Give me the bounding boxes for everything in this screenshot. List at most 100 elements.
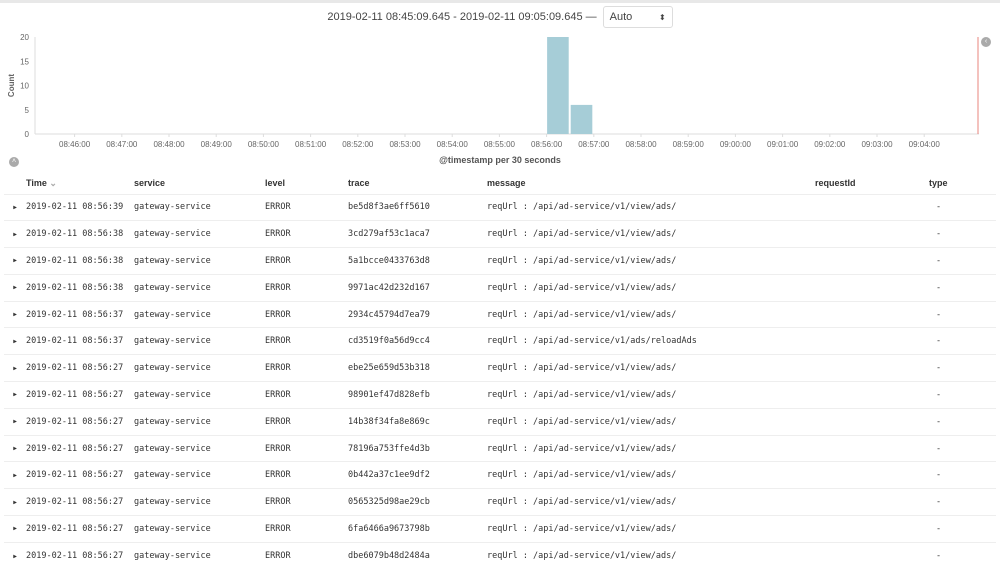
cell-type: -	[929, 541, 996, 570]
cell-time: 2019-02-11 08:56:27	[26, 488, 134, 516]
expand-row-icon[interactable]: ▶	[4, 541, 26, 570]
cell-service: gateway-service	[134, 381, 265, 409]
expand-row-icon[interactable]: ▶	[4, 381, 26, 409]
column-header-message[interactable]: message	[487, 173, 815, 194]
cell-message: reqUrl : /api/ad-service/v1/view/ads/	[487, 300, 815, 328]
table-row[interactable]: ▶ 2019-02-11 08:56:38 gateway-service ERROR…	[4, 220, 996, 248]
table-row[interactable]: ▶ 2019-02-11 08:56:38 gateway-service ERROR…	[4, 273, 996, 302]
cell-level: ERROR	[265, 541, 348, 570]
column-header-label: level	[265, 178, 286, 189]
expand-row-icon[interactable]: ▶	[4, 354, 26, 382]
y-tick-label: 0	[25, 130, 30, 139]
cell-level: ERROR	[265, 247, 348, 275]
table-row[interactable]: ▶ 2019-02-11 08:56:27 gateway-service ERROR…	[4, 541, 996, 570]
cell-type: -	[929, 488, 996, 516]
cell-time: 2019-02-11 08:56:27	[26, 541, 134, 570]
table-row[interactable]: ▶ 2019-02-11 08:56:27 gateway-service ERROR…	[4, 461, 996, 489]
cell-time: 2019-02-11 08:56:27	[26, 407, 134, 436]
cell-trace: 0b442a37c1ee9df2	[348, 461, 487, 489]
expand-row-icon[interactable]: ▶	[4, 434, 26, 462]
x-tick-label: 09:03:00	[861, 140, 893, 149]
column-header-label: requestId	[815, 178, 856, 189]
expand-row-icon[interactable]: ▶	[4, 247, 26, 275]
cell-trace: dbe6079b48d2484a	[348, 541, 487, 570]
expand-row-icon[interactable]: ▶	[4, 193, 26, 221]
table-row[interactable]: ▶ 2019-02-11 08:56:27 gateway-service ERROR…	[4, 515, 996, 543]
cell-level: ERROR	[265, 407, 348, 436]
table-row[interactable]: ▶ 2019-02-11 08:56:38 gateway-service ERROR…	[4, 247, 996, 275]
cell-trace: 9971ac42d232d167	[348, 273, 487, 302]
cell-time: 2019-02-11 08:56:38	[26, 247, 134, 275]
x-tick-label: 08:55:00	[484, 140, 516, 149]
histogram-chart[interactable]: 0 5 10 15 20 08:46:00 08:47:00 08:48:00 08:49:00…	[0, 0, 1000, 160]
cell-requestid	[815, 488, 929, 516]
cell-message: reqUrl : /api/ad-service/v1/view/ads/	[487, 541, 815, 570]
x-tick-label: 08:47:00	[106, 140, 138, 149]
cell-level: ERROR	[265, 461, 348, 489]
legend-toggle-icon[interactable]: ‹	[981, 37, 991, 47]
expand-row-icon[interactable]: ▶	[4, 407, 26, 436]
table-header: Time ⌄ service level trace message requestId t…	[4, 173, 996, 194]
column-header-label: message	[487, 178, 526, 189]
cell-time: 2019-02-11 08:56:27	[26, 515, 134, 543]
expand-row-icon[interactable]: ▶	[4, 461, 26, 489]
cell-requestid	[815, 220, 929, 248]
cell-trace: 0565325d98ae29cb	[348, 488, 487, 516]
expand-column-header	[4, 173, 26, 194]
expand-row-icon[interactable]: ▶	[4, 273, 26, 302]
column-header-service[interactable]: service	[134, 173, 265, 194]
table-row[interactable]: ▶ 2019-02-11 08:56:27 gateway-service ERROR…	[4, 381, 996, 409]
expand-row-icon[interactable]: ▶	[4, 515, 26, 543]
cell-level: ERROR	[265, 193, 348, 221]
cell-type: -	[929, 515, 996, 543]
table-row[interactable]: ▶ 2019-02-11 08:56:27 gateway-service ERROR…	[4, 434, 996, 462]
histogram-bar	[547, 37, 569, 134]
cell-trace: 5a1bcce0433763d8	[348, 247, 487, 275]
cell-requestid	[815, 434, 929, 462]
table-row[interactable]: ▶ 2019-02-11 08:56:37 gateway-service ERROR…	[4, 327, 996, 355]
column-header-type[interactable]: type	[929, 173, 996, 194]
table-row[interactable]: ▶ 2019-02-11 08:56:27 gateway-service ERROR…	[4, 407, 996, 436]
documents-table: Time ⌄ service level trace message requestId t…	[4, 173, 996, 570]
sort-desc-icon[interactable]: ⌄	[47, 178, 57, 188]
cell-service: gateway-service	[134, 354, 265, 382]
x-tick-label: 09:02:00	[814, 140, 846, 149]
column-header-trace[interactable]: trace	[348, 173, 487, 194]
y-tick-label: 15	[20, 57, 29, 66]
expand-row-icon[interactable]: ▶	[4, 488, 26, 516]
x-tick-label: 08:50:00	[248, 140, 280, 149]
column-header-level[interactable]: level	[265, 173, 348, 194]
cell-type: -	[929, 461, 996, 489]
expand-row-icon[interactable]: ▶	[4, 327, 26, 355]
cell-level: ERROR	[265, 327, 348, 355]
cell-service: gateway-service	[134, 220, 265, 248]
cell-requestid	[815, 193, 929, 221]
cell-level: ERROR	[265, 273, 348, 302]
x-tick-label: 09:01:00	[767, 140, 799, 149]
x-tick-label: 08:58:00	[625, 140, 657, 149]
table-row[interactable]: ▶ 2019-02-11 08:56:39 gateway-service ERROR…	[4, 193, 996, 221]
y-tick-label: 10	[20, 82, 29, 91]
x-tick-label: 08:52:00	[342, 140, 374, 149]
expand-row-icon[interactable]: ▶	[4, 300, 26, 328]
column-header-time[interactable]: Time ⌄	[26, 173, 134, 194]
column-header-label: Time	[26, 177, 47, 188]
collapse-chart-icon[interactable]: ˄	[9, 157, 19, 167]
cell-requestid	[815, 461, 929, 489]
table-row[interactable]: ▶ 2019-02-11 08:56:27 gateway-service ERROR…	[4, 354, 996, 382]
cell-level: ERROR	[265, 434, 348, 462]
column-header-requestid[interactable]: requestId	[815, 173, 929, 194]
cell-type: -	[929, 193, 996, 221]
cell-trace: 6fa6466a9673798b	[348, 515, 487, 543]
table-row[interactable]: ▶ 2019-02-11 08:56:27 gateway-service ERROR…	[4, 488, 996, 516]
x-tick-label: 08:48:00	[153, 140, 185, 149]
cell-message: reqUrl : /api/ad-service/v1/view/ads/	[487, 220, 815, 248]
cell-service: gateway-service	[134, 247, 265, 275]
cell-level: ERROR	[265, 488, 348, 516]
expand-row-icon[interactable]: ▶	[4, 220, 26, 248]
cell-time: 2019-02-11 08:56:37	[26, 327, 134, 355]
column-header-label: service	[134, 178, 166, 189]
cell-level: ERROR	[265, 354, 348, 382]
table-row[interactable]: ▶ 2019-02-11 08:56:37 gateway-service ERROR…	[4, 300, 996, 328]
cell-message: reqUrl : /api/ad-service/v1/ads/reloadAd…	[487, 327, 815, 355]
